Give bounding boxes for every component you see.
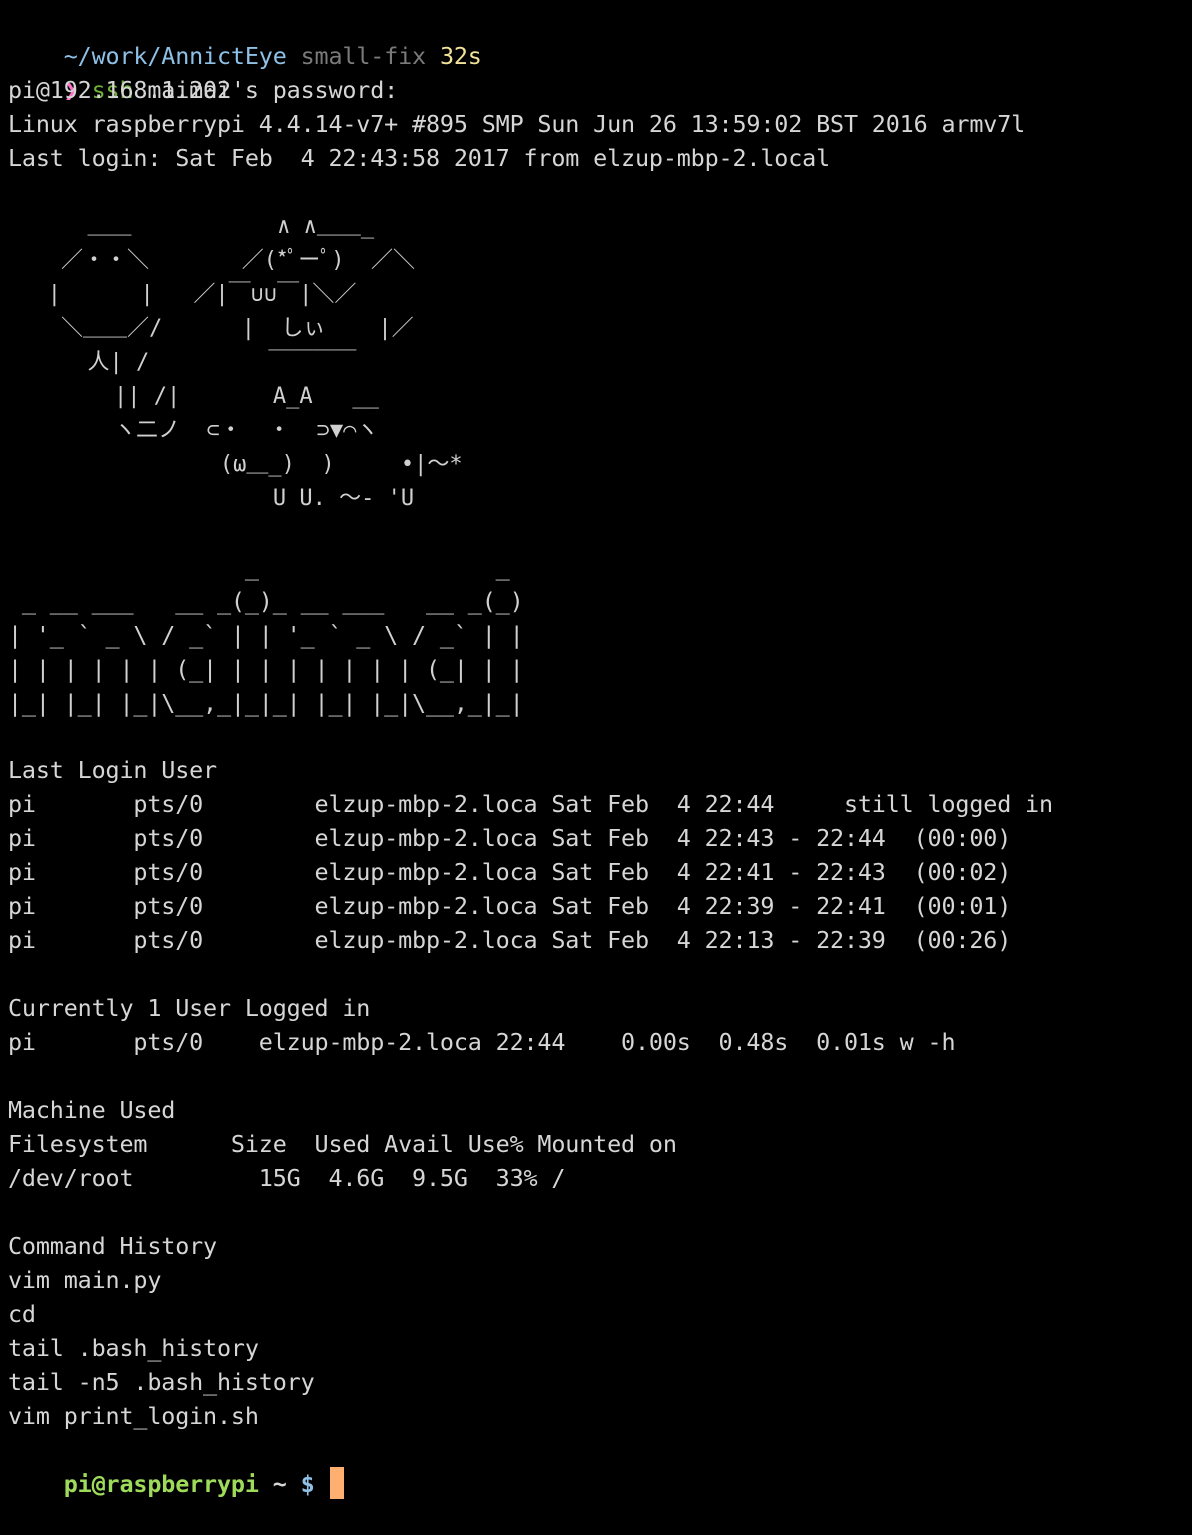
command-line: ❯ ssh maimai <box>8 39 231 104</box>
list-item: tail -n5 .bash_history <box>8 1368 315 1396</box>
table-row: pi pts/0 elzup-mbp-2.loca Sat Feb 4 22:1… <box>8 926 1012 954</box>
terminal-window[interactable]: ~/work/AnnictEye small-fix 32s ❯ ssh mai… <box>0 0 1192 1499</box>
art-line: || /| A_A __ <box>8 384 379 409</box>
table-row: pi pts/0 elzup-mbp-2.loca Sat Feb 4 22:3… <box>8 892 1012 920</box>
machine-title: Machine Used <box>8 1096 176 1124</box>
art-line: ＿＿ ∧ ∧＿＿_ <box>8 214 375 239</box>
password-prompt: pi@192.168.1.202's password: <box>8 76 399 104</box>
banner-line: |_| |_| |_|\__,_|_|_| |_| |_|\__,_|_| <box>8 689 524 717</box>
last-login-title: Last Login User <box>8 756 217 784</box>
art-line: ／・・＼ ／(*ﾟーﾟ) ／＼ <box>8 248 415 273</box>
table-row: /dev/root 15G 4.6G 9.5G 33% / <box>8 1164 566 1192</box>
prompt-user-host: pi@raspberrypi <box>63 1470 259 1498</box>
table-row: pi pts/0 elzup-mbp-2.loca Sat Feb 4 22:4… <box>8 824 1012 852</box>
shell-prompt[interactable]: pi@raspberrypi ~ $ <box>8 1433 345 1499</box>
uname-line: Linux raspberrypi 4.4.14-v7+ #895 SMP Su… <box>8 110 1026 138</box>
table-header: Filesystem Size Used Avail Use% Mounted … <box>8 1130 677 1158</box>
art-line: 人| / ￣￣￣￣ <box>8 350 357 375</box>
table-row: pi pts/0 elzup-mbp-2.loca Sat Feb 4 22:4… <box>8 858 1012 886</box>
banner-line: | | | | | | (_| | | | | | | | (_| | | <box>8 655 524 683</box>
table-row: pi pts/0 elzup-mbp-2.loca 22:44 0.00s 0.… <box>8 1028 956 1056</box>
list-item: vim main.py <box>8 1266 162 1294</box>
git-branch: small-fix <box>300 42 427 70</box>
prompt-header: ~/work/AnnictEye small-fix 32s <box>8 5 482 70</box>
banner-line: _ _ <box>8 553 510 581</box>
list-item: cd <box>8 1300 36 1328</box>
last-login-line: Last login: Sat Feb 4 22:43:58 2017 from… <box>8 144 831 172</box>
prompt-cwd: ~ <box>272 1470 287 1498</box>
art-line: (ω＿_) ) •|～* <box>8 452 463 477</box>
list-item: tail .bash_history <box>8 1334 259 1362</box>
command-duration: 32s <box>439 42 482 70</box>
art-line: U U. ～- 'U <box>8 486 415 511</box>
text-cursor[interactable] <box>330 1467 345 1499</box>
table-row: pi pts/0 elzup-mbp-2.loca Sat Feb 4 22:4… <box>8 790 1053 818</box>
current-users-title: Currently 1 User Logged in <box>8 994 371 1022</box>
art-line: ヽ二ノ ⊂・ ・ ⊃▼⌒ヽ <box>8 418 379 443</box>
art-line: | | ／|￣∪∪￣|＼／ <box>8 282 357 307</box>
banner-line: | '_ ` _ \ / _` | | '_ ` _ \ / _` | | <box>8 621 524 649</box>
banner-line: _ __ ___ __ _(_)_ __ ___ __ _(_) <box>8 587 524 615</box>
history-title: Command History <box>8 1232 217 1260</box>
list-item: vim print_login.sh <box>8 1402 259 1430</box>
art-line: ＼＿＿／/ | しぃ |／ <box>8 316 414 341</box>
prompt-symbol: $ <box>300 1470 315 1498</box>
